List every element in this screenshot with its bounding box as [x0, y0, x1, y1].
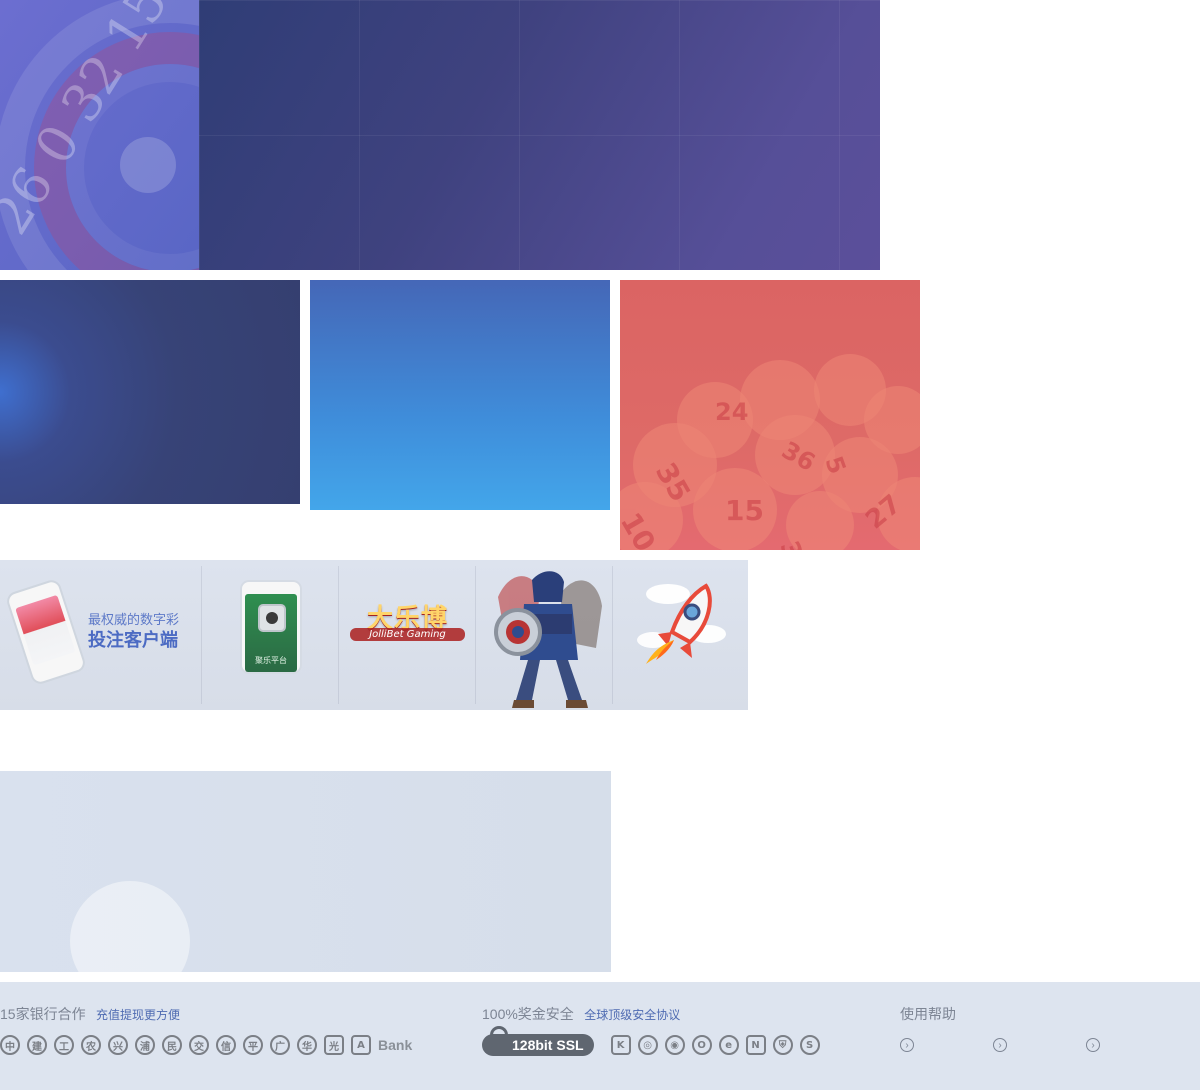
security-title: 100%奖金安全 — [482, 1006, 574, 1022]
footer: 15家银行合作 充值提现更方便 中 建 工 农 兴 浦 民 交 信 平 广 华 … — [0, 982, 1200, 1090]
help-title: 使用帮助 — [900, 1006, 956, 1022]
bank-cmbc-icon: 民 — [162, 1035, 182, 1055]
promo-title[interactable]: 投注客户端 — [88, 626, 178, 652]
feature-tile-lottery[interactable]: 24 36 15 35 10 27 3 5 — [620, 280, 920, 550]
bank-abc-icon: 农 — [81, 1035, 101, 1055]
help-links: › › › — [900, 1034, 1172, 1056]
chevron-right-icon: › — [1086, 1038, 1100, 1052]
brand-logo[interactable]: 大乐博 JolliBet Gaming — [350, 598, 465, 650]
bank-bcom-icon: 交 — [189, 1035, 209, 1055]
safari-icon: S — [799, 1035, 820, 1055]
browser-opera-icon: O — [691, 1035, 712, 1055]
rocket-image[interactable] — [628, 578, 728, 674]
footer-security: 100%奖金安全 全球顶级安全协议 128bit SSL K ◎ ◉ O e N… — [482, 1004, 820, 1074]
bank-cib-icon: 兴 — [108, 1035, 128, 1055]
feature-tile-blue[interactable] — [310, 280, 610, 510]
help-link-1[interactable]: › — [900, 1038, 920, 1052]
footer-help: 使用帮助 › › › — [900, 1004, 1172, 1074]
bank-ceb-icon: 光 — [324, 1035, 344, 1055]
ball-number: 24 — [715, 398, 748, 426]
promo-client-cell[interactable]: 最权威的数字彩 投注客户端 — [0, 566, 202, 704]
bank-citic-icon: 信 — [216, 1035, 236, 1055]
bank-ccb-icon: 建 — [27, 1035, 47, 1055]
hero-main-panel — [199, 0, 880, 270]
security-subtitle: 全球顶级安全协议 — [584, 1008, 681, 1022]
bank-icbc-icon: 工 — [54, 1035, 74, 1055]
brand-logo-en: JolliBet Gaming — [350, 628, 465, 641]
bottom-banner[interactable] — [0, 771, 611, 972]
bank-icon-row: 中 建 工 农 兴 浦 民 交 信 平 广 华 光 A Bank — [0, 1034, 412, 1056]
bank-hxb-icon: 华 — [297, 1035, 317, 1055]
lottery-balls-image: 24 36 15 35 10 27 3 5 — [620, 354, 920, 550]
help-link-3[interactable]: › — [1086, 1038, 1106, 1052]
ssl-badge: 128bit SSL — [482, 1026, 594, 1056]
chevron-right-icon: › — [993, 1038, 1007, 1052]
bank-boc-icon: 中 — [0, 1035, 20, 1055]
app-screen: 聚乐平台 — [245, 594, 297, 672]
bank-word: Bank — [378, 1037, 413, 1053]
browser-ie-icon: e — [718, 1035, 739, 1055]
mobile-phone-image — [4, 577, 88, 687]
footer-banks: 15家银行合作 充值提现更方便 中 建 工 农 兴 浦 民 交 信 平 广 华 … — [0, 1004, 412, 1074]
feature-tile-dark[interactable] — [0, 280, 300, 504]
help-link-2[interactable]: › — [993, 1038, 1013, 1052]
safe-icon — [258, 604, 286, 632]
security-icon-row: 128bit SSL K ◎ ◉ O e N ⛨ S — [482, 1026, 820, 1056]
app-phone-image[interactable]: 聚乐平台 — [240, 580, 302, 674]
bank-gdb-icon: 广 — [270, 1035, 290, 1055]
chevron-right-icon: › — [900, 1038, 914, 1052]
banks-title: 15家银行合作 — [0, 1006, 86, 1022]
roulette-wheel-image: 26 0 32 15 19 — [0, 0, 199, 270]
bank-pab-icon: 平 — [243, 1035, 263, 1055]
kaspersky-icon: K — [610, 1035, 631, 1055]
browser-firefox-icon: ◉ — [664, 1035, 685, 1055]
norton-icon: N — [745, 1035, 766, 1055]
phone-screen — [15, 594, 76, 666]
superhero-image[interactable] — [486, 562, 608, 710]
banks-subtitle: 充值提现更方便 — [96, 1008, 181, 1022]
bank-spdb-icon: 浦 — [135, 1035, 155, 1055]
bank-a-icon: A — [351, 1035, 371, 1055]
page-root: 26 0 32 15 19 24 36 — [0, 0, 1200, 1090]
ball-number: 15 — [725, 494, 764, 527]
browser-chrome-icon: ◎ — [637, 1035, 658, 1055]
hero-banner[interactable]: 26 0 32 15 19 — [0, 0, 880, 270]
app-label: 聚乐平台 — [255, 656, 287, 665]
roulette-panel: 26 0 32 15 19 — [0, 0, 199, 270]
shield-icon: ⛨ — [772, 1035, 793, 1055]
